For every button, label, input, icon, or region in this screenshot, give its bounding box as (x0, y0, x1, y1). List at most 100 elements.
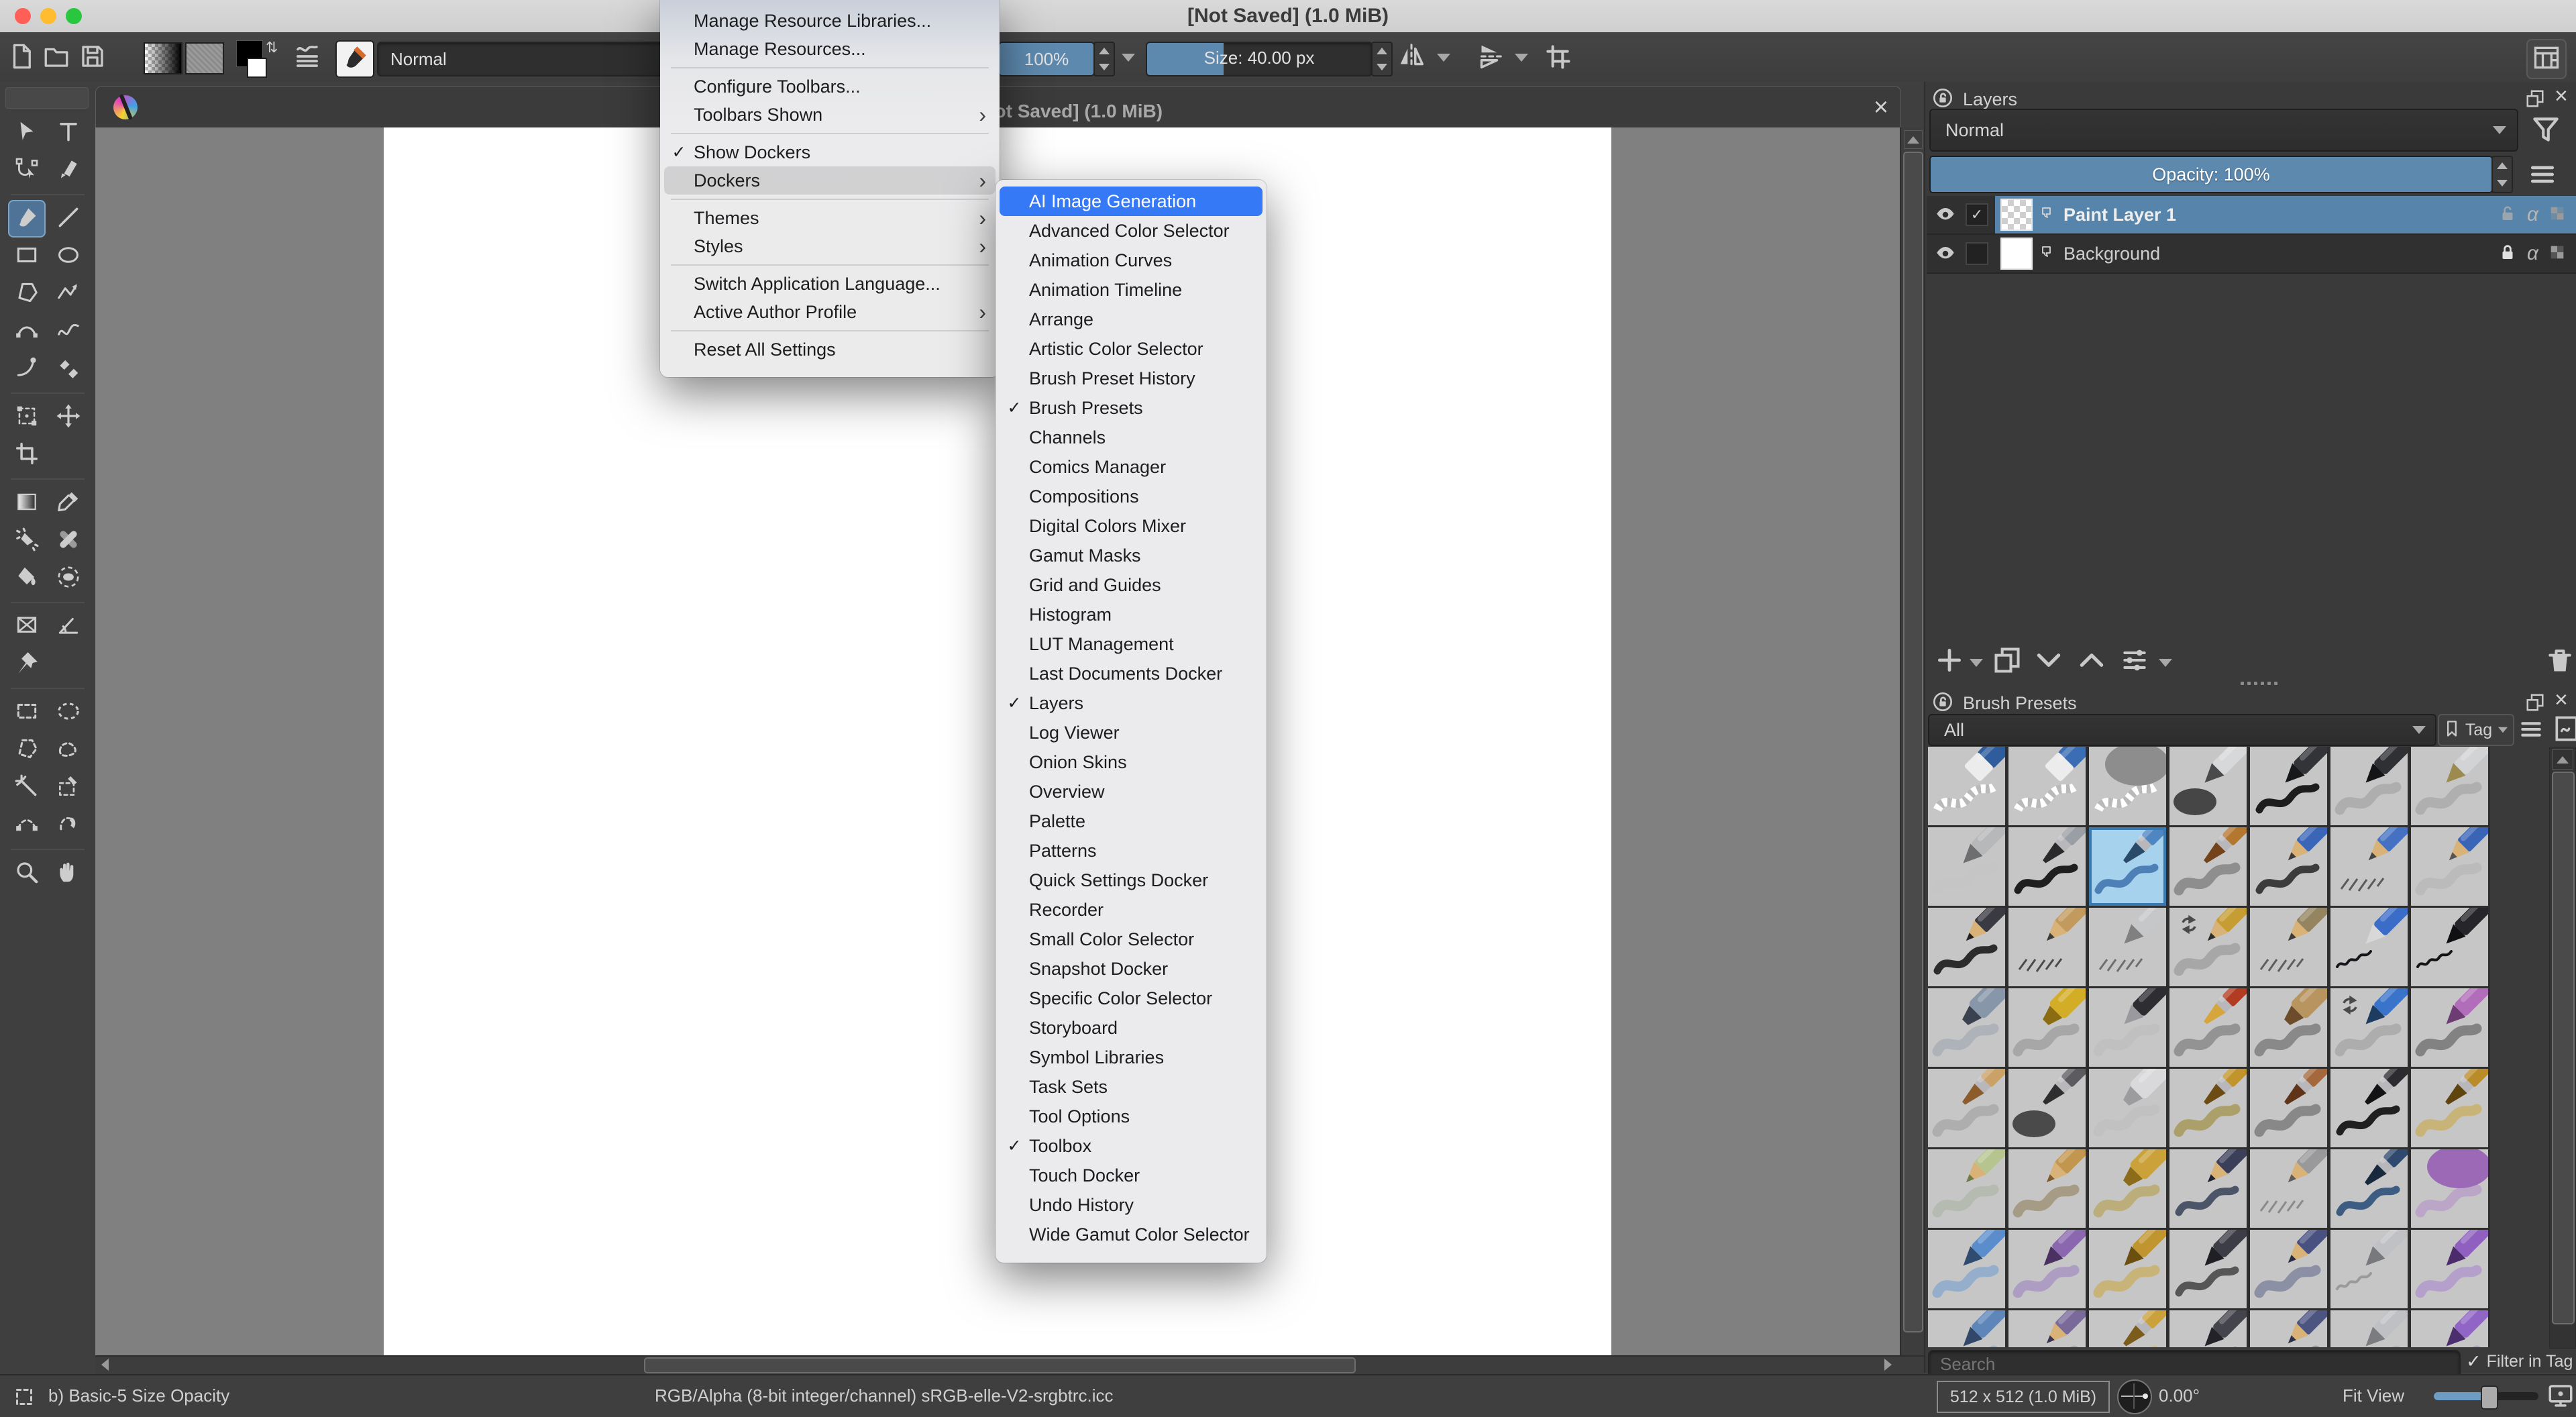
brush-preset-tile-36[interactable] (2008, 1149, 2086, 1228)
submenu-item-gamut-masks[interactable]: Gamut Masks (1000, 541, 1263, 570)
brush-preset-tile-34[interactable] (2411, 1069, 2488, 1147)
delete-layer-button[interactable] (2545, 645, 2575, 678)
brush-preset-tile-39[interactable] (2250, 1149, 2327, 1228)
brush-preset-tile-30[interactable] (2089, 1069, 2166, 1147)
submenu-item-compositions[interactable]: Compositions (1000, 482, 1263, 511)
opacity-slider[interactable]: 100% (998, 42, 1095, 76)
layer-visibility-icon[interactable] (1935, 242, 1956, 266)
submenu-item-tool-options[interactable]: Tool Options (1000, 1102, 1263, 1131)
edit-shapes-tool[interactable] (8, 152, 46, 189)
layer-visibility-icon[interactable] (1935, 203, 1956, 227)
layer-opacity-slider[interactable]: Opacity: 100% (1929, 156, 2493, 193)
brush-preset-tile-5[interactable] (2330, 747, 2408, 825)
zoom-to-screen-icon[interactable] (2546, 1381, 2575, 1414)
submenu-item-artistic-color-selector[interactable]: Artistic Color Selector (1000, 334, 1263, 364)
brush-preset-tile-44[interactable] (2089, 1230, 2166, 1308)
layer-alpha-icon[interactable]: α (2527, 242, 2538, 265)
submenu-item-overview[interactable]: Overview (1000, 777, 1263, 806)
layer-select-checkbox[interactable]: ✓ (1966, 203, 1988, 226)
mirror-horizontal-icon[interactable] (1397, 43, 1426, 72)
submenu-item-patterns[interactable]: Patterns (1000, 836, 1263, 865)
close-brush-presets-docker-icon[interactable]: × (2555, 687, 2568, 713)
menu-item-manage-resource-libraries[interactable]: Manage Resource Libraries... (664, 7, 996, 35)
edit-brush-settings-button[interactable] (335, 40, 374, 78)
freehand-select-tool[interactable] (50, 731, 87, 769)
canvas-rotation-value[interactable]: 0.00° (2159, 1385, 2200, 1406)
layer-row-background[interactable]: Background α (1927, 235, 2576, 274)
submenu-item-brush-presets[interactable]: ✓ Brush Presets (1000, 393, 1263, 423)
select-shapes-tool[interactable] (8, 114, 46, 152)
layer-options-menu-icon[interactable] (2528, 160, 2557, 193)
brush-presets-details-view-icon[interactable] (2518, 717, 2544, 745)
brush-preset-tile-15[interactable] (2008, 908, 2086, 986)
menu-item-show-dockers[interactable]: ✓ Show Dockers (664, 138, 996, 166)
brush-preset-tile-46[interactable] (2250, 1230, 2327, 1308)
zoom-slider[interactable] (2434, 1385, 2538, 1410)
brush-preset-tile-12[interactable] (2330, 827, 2408, 906)
brush-preset-tile-17[interactable] (2169, 908, 2247, 986)
brush-preset-tile-52[interactable] (2169, 1310, 2247, 1347)
brush-preset-tile-24[interactable] (2169, 988, 2247, 1067)
brush-preset-tile-0[interactable] (1928, 747, 2005, 825)
fill-tool[interactable] (8, 560, 46, 597)
brush-preset-tile-9[interactable] (2089, 827, 2166, 906)
brush-preset-tile-7[interactable] (1928, 827, 2005, 906)
submenu-item-quick-settings-docker[interactable]: Quick Settings Docker (1000, 865, 1263, 895)
brush-preset-tile-29[interactable] (2008, 1069, 2086, 1147)
new-document-button[interactable] (7, 43, 36, 72)
filter-in-tag-checkbox[interactable]: ✓ (2466, 1351, 2481, 1372)
brush-preset-tile-2[interactable] (2089, 747, 2166, 825)
rect-select-tool[interactable] (8, 694, 46, 731)
submenu-item-layers[interactable]: ✓ Layers (1000, 688, 1263, 718)
move-layer-down-button[interactable] (2034, 645, 2063, 678)
brush-preset-tile-53[interactable] (2250, 1310, 2327, 1347)
add-layer-dropdown[interactable] (1970, 659, 1983, 667)
menu-item-toolbars-shown[interactable]: Toolbars Shown › (664, 101, 996, 129)
dynamic-brush-tool[interactable] (8, 350, 46, 388)
polyline-tool[interactable] (50, 275, 87, 313)
submenu-item-touch-docker[interactable]: Touch Docker (1000, 1161, 1263, 1190)
swap-colors-icon[interactable]: ⇅ (266, 39, 278, 56)
brush-presets-docker-lock-icon[interactable] (1932, 691, 1953, 716)
menu-item-reset-all-settings[interactable]: Reset All Settings (664, 335, 996, 364)
save-button[interactable] (78, 43, 107, 72)
toolbox-drag-handle[interactable] (5, 87, 89, 109)
brush-preset-tile-48[interactable] (2411, 1230, 2488, 1308)
submenu-item-wide-gamut-color-selector[interactable]: Wide Gamut Color Selector (1000, 1220, 1263, 1249)
brush-preset-tile-50[interactable] (2008, 1310, 2086, 1347)
layer-filter-icon[interactable] (2529, 113, 2563, 150)
assistants-tool[interactable] (8, 645, 46, 683)
brush-preset-tile-21[interactable] (1928, 988, 2005, 1067)
brush-preset-tile-33[interactable] (2330, 1069, 2408, 1147)
brush-preset-tile-43[interactable] (2008, 1230, 2086, 1308)
opacity-dropdown-arrow[interactable] (1122, 54, 1135, 62)
rectangle-tool[interactable] (8, 238, 46, 275)
contiguous-select-tool[interactable] (8, 769, 46, 806)
menu-item-active-author-profile[interactable]: Active Author Profile › (664, 298, 996, 326)
scroll-right-button[interactable] (1880, 1357, 1896, 1372)
brush-preset-tile-8[interactable] (2008, 827, 2086, 906)
brush-preset-tile-23[interactable] (2089, 988, 2166, 1067)
pattern-chooser[interactable] (185, 42, 224, 74)
brush-preset-tile-45[interactable] (2169, 1230, 2247, 1308)
brush-preset-tile-51[interactable] (2089, 1310, 2166, 1347)
ellipse-select-tool[interactable] (50, 694, 87, 731)
submenu-item-comics-manager[interactable]: Comics Manager (1000, 452, 1263, 482)
foreground-background-colors[interactable]: ⇅ (236, 39, 280, 78)
mirror-vertical-dropdown[interactable] (1515, 54, 1528, 62)
menu-item-switch-application-language[interactable]: Switch Application Language... (664, 270, 996, 298)
canvas-vertical-scrollbar[interactable] (1900, 127, 1925, 1355)
brush-size-spinner[interactable] (1371, 42, 1393, 76)
close-layers-docker-icon[interactable]: × (2555, 83, 2568, 109)
brush-preset-tile-32[interactable] (2250, 1069, 2327, 1147)
transform-tool[interactable] (8, 399, 46, 436)
mirror-vertical-icon[interactable] (1474, 43, 1504, 72)
scroll-up-button[interactable] (1904, 130, 1923, 149)
zoom-mode-label[interactable]: Fit View (2343, 1385, 2404, 1406)
brush-preset-tile-38[interactable] (2169, 1149, 2247, 1228)
menu-item-styles[interactable]: Styles › (664, 232, 996, 260)
vertical-scroll-thumb[interactable] (1903, 152, 1923, 1332)
horizontal-scroll-thumb[interactable] (644, 1357, 1356, 1373)
opacity-spinner[interactable] (1093, 42, 1115, 76)
brush-preset-tile-6[interactable] (2411, 747, 2488, 825)
